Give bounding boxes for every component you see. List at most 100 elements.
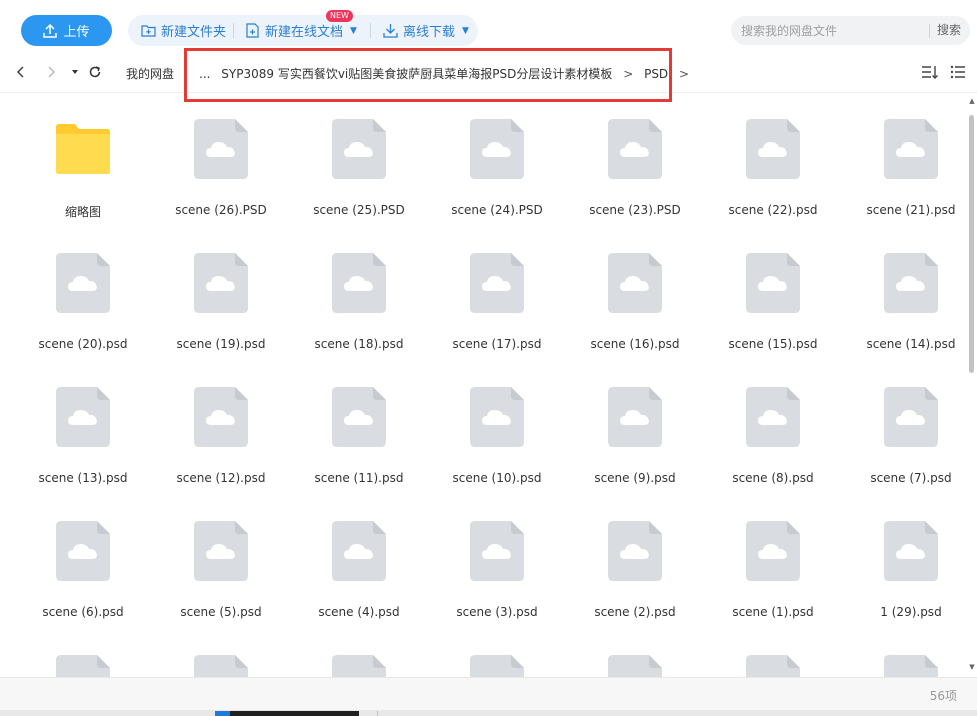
forward-button[interactable] xyxy=(41,62,61,82)
scroll-down-icon[interactable]: ▼ xyxy=(968,663,976,671)
file-item[interactable]: 1 (29).psd xyxy=(846,495,966,619)
taskbar xyxy=(0,710,977,716)
file-item[interactable]: scene (6).psd xyxy=(18,495,148,619)
upload-icon xyxy=(43,23,58,38)
file-item[interactable]: scene (14).psd xyxy=(846,227,966,351)
file-item[interactable]: scene (20).psd xyxy=(18,227,148,351)
file-item[interactable]: scene (10).psd xyxy=(432,361,562,485)
file-item[interactable]: scene (17).psd xyxy=(432,227,562,351)
file-item[interactable]: scene (21).psd xyxy=(846,93,966,217)
cloud-file-icon xyxy=(470,387,524,447)
file-item[interactable]: scene (24).PSD xyxy=(432,93,562,217)
cloud-file-icon xyxy=(194,655,248,677)
file-item[interactable]: scene (13).psd xyxy=(18,361,148,485)
file-name: scene (14).psd xyxy=(866,337,956,351)
status-bar: 56项 xyxy=(0,677,977,711)
file-item[interactable] xyxy=(294,629,424,677)
cloud-file-icon xyxy=(194,253,248,313)
file-name: scene (18).psd xyxy=(314,337,404,351)
file-item[interactable]: scene (7).psd xyxy=(846,361,966,485)
refresh-icon xyxy=(89,66,101,78)
breadcrumb-separator[interactable]: > xyxy=(679,67,689,81)
folder-item[interactable]: 缩略图 xyxy=(18,93,148,219)
scrollbar[interactable]: ▲ ▼ xyxy=(967,93,977,677)
folder-plus-icon xyxy=(141,25,156,37)
file-item[interactable] xyxy=(846,629,966,677)
file-item[interactable] xyxy=(18,629,148,677)
new-folder-button[interactable]: 新建文件夹 xyxy=(141,15,226,46)
file-item[interactable]: scene (8).psd xyxy=(708,361,838,485)
item-count: 56项 xyxy=(929,689,957,703)
file-name: 1 (29).psd xyxy=(880,605,942,619)
file-name: scene (22).psd xyxy=(728,203,818,217)
file-item[interactable]: scene (11).psd xyxy=(294,361,424,485)
file-item[interactable]: scene (26).PSD xyxy=(156,93,286,217)
cloud-file-icon xyxy=(884,655,938,677)
file-name: scene (11).psd xyxy=(314,471,404,485)
history-dropdown-icon xyxy=(72,70,78,74)
search-input[interactable] xyxy=(741,16,921,45)
file-name: scene (7).psd xyxy=(870,471,952,485)
file-item[interactable] xyxy=(708,629,838,677)
file-name: scene (16).psd xyxy=(590,337,680,351)
file-item[interactable]: scene (4).psd xyxy=(294,495,424,619)
file-name: scene (13).psd xyxy=(38,471,128,485)
cloud-file-icon xyxy=(56,655,110,677)
file-name: scene (21).psd xyxy=(866,203,956,217)
file-item[interactable]: scene (12).psd xyxy=(156,361,286,485)
file-item[interactable]: scene (19).psd xyxy=(156,227,286,351)
file-item[interactable]: scene (3).psd xyxy=(432,495,562,619)
new-badge: NEW xyxy=(326,10,353,22)
history-dropdown-button[interactable] xyxy=(65,62,85,82)
file-item[interactable]: scene (16).psd xyxy=(570,227,700,351)
file-name: scene (5).psd xyxy=(180,605,262,619)
list-view-icon[interactable] xyxy=(949,63,967,81)
taskbar-item[interactable] xyxy=(215,711,359,716)
file-item[interactable] xyxy=(432,629,562,677)
file-name: scene (4).psd xyxy=(318,605,400,619)
upload-button[interactable]: 上传 xyxy=(21,15,112,46)
file-item[interactable]: scene (18).psd xyxy=(294,227,424,351)
toolbar: 上传 新建文件夹 新建在线文档 ▼ NEW 离线下载 ▼ 搜索 xyxy=(0,0,977,54)
file-item[interactable]: scene (15).psd xyxy=(708,227,838,351)
offline-download-button[interactable]: 离线下载 ▼ xyxy=(383,15,469,46)
cloud-file-icon xyxy=(608,387,662,447)
file-name: 缩略图 xyxy=(64,205,101,219)
cloud-file-icon xyxy=(608,119,662,179)
doc-plus-icon xyxy=(246,23,259,38)
back-button[interactable] xyxy=(11,62,31,82)
file-name: scene (19).psd xyxy=(176,337,266,351)
file-item[interactable]: scene (1).psd xyxy=(708,495,838,619)
divider xyxy=(370,23,371,38)
cloud-file-icon xyxy=(470,655,524,677)
cloud-file-icon xyxy=(56,521,110,581)
refresh-button[interactable] xyxy=(85,62,105,82)
folder-icon xyxy=(56,124,110,174)
file-item[interactable] xyxy=(156,629,286,677)
cloud-file-icon xyxy=(746,521,800,581)
file-name: scene (15).psd xyxy=(728,337,818,351)
new-folder-label: 新建文件夹 xyxy=(161,25,227,40)
search-button[interactable]: 搜索 xyxy=(937,16,961,45)
cloud-file-icon xyxy=(746,119,800,179)
sort-icon[interactable] xyxy=(921,63,939,81)
scroll-thumb[interactable] xyxy=(969,115,974,373)
offline-download-label: 离线下载 xyxy=(403,25,456,40)
search-box: 搜索 xyxy=(731,16,970,45)
file-item[interactable]: scene (5).psd xyxy=(156,495,286,619)
cloud-file-icon xyxy=(746,253,800,313)
chevron-down-icon: ▼ xyxy=(350,25,357,36)
cloud-file-icon xyxy=(884,253,938,313)
file-grid: 缩略图 scene (26).PSD scene (25).PSD scene (24… xyxy=(0,93,966,677)
file-item[interactable]: scene (23).PSD xyxy=(570,93,700,217)
cloud-file-icon xyxy=(746,655,800,677)
breadcrumb-root[interactable]: 我的网盘 xyxy=(126,65,174,82)
file-item[interactable]: scene (22).psd xyxy=(708,93,838,217)
file-item[interactable] xyxy=(570,629,700,677)
scroll-up-icon[interactable]: ▲ xyxy=(968,97,976,105)
new-online-doc-label: 新建在线文档 xyxy=(265,25,344,40)
cloud-file-icon xyxy=(194,387,248,447)
file-item[interactable]: scene (2).psd xyxy=(570,495,700,619)
file-item[interactable]: scene (25).PSD xyxy=(294,93,424,217)
file-item[interactable]: scene (9).psd xyxy=(570,361,700,485)
